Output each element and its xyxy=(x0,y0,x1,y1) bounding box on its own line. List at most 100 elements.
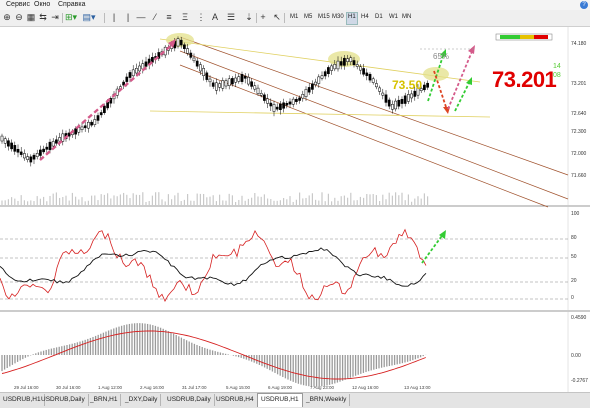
crosshair-icon[interactable]: + xyxy=(258,12,268,23)
candle xyxy=(93,119,97,125)
macd-axis-label: 0.4590 xyxy=(571,315,587,321)
trendline-icon[interactable]: ⁄ xyxy=(150,12,160,23)
candle xyxy=(323,71,327,77)
cursor-icon[interactable]: ↖ xyxy=(272,12,282,23)
tab-usdrub-daily-2[interactable]: USDRUB,Daily xyxy=(164,394,215,406)
candle xyxy=(122,81,125,86)
zoom-in-icon[interactable]: ⊕ xyxy=(2,12,12,23)
tab-brn-h1[interactable]: _BRN,H1 xyxy=(87,394,122,406)
candle xyxy=(103,105,106,113)
timeframe-mn-button[interactable]: MN xyxy=(401,12,412,23)
oscillator-series xyxy=(0,228,427,303)
candle xyxy=(307,87,311,93)
candle xyxy=(61,133,65,142)
candle xyxy=(266,98,269,104)
candle xyxy=(80,126,84,130)
timeframe-m1-button[interactable]: M1 xyxy=(289,12,299,23)
time-axis-label: 30 Jul 16:00 xyxy=(56,385,81,390)
indicators-icon[interactable]: ⊞▾ xyxy=(64,12,78,23)
grid-icon[interactable]: ▦ xyxy=(26,12,36,23)
price-axis-label: 72.000 xyxy=(571,151,587,157)
candle xyxy=(186,48,189,54)
candle xyxy=(58,137,61,142)
time-axis-label: 12 Aug 16:00 xyxy=(352,385,379,390)
support-line[interactable] xyxy=(149,110,491,118)
percent-label: 65% xyxy=(433,52,450,61)
candle xyxy=(327,67,330,75)
signal-bar xyxy=(534,35,548,39)
highlight-ellipse[interactable] xyxy=(423,67,449,81)
candle xyxy=(285,102,289,106)
candle xyxy=(352,60,356,66)
candle xyxy=(215,82,218,91)
toolbar: ⊕ ⊖ ▦ ⇆ ⇥ ⊞▾ ▤▾ | | — ⁄ ≡ Ξ ⋮ A ☰ ⇣ + ↖ … xyxy=(0,10,590,27)
candle xyxy=(195,60,199,67)
forecast-arrow-head[interactable] xyxy=(468,45,475,54)
oscillator-axis-label: 0 xyxy=(571,295,574,301)
autoscroll-icon[interactable]: ⇆ xyxy=(38,12,48,23)
candle xyxy=(205,72,209,80)
candle xyxy=(282,102,285,109)
vertical-line-icon[interactable]: | xyxy=(124,12,132,23)
timeframe-m15-button[interactable]: M15 xyxy=(317,12,331,23)
timeframe-d1-button[interactable]: D1 xyxy=(374,12,384,23)
toolbar-separator xyxy=(104,13,105,23)
candle xyxy=(7,140,10,147)
chart-shift-icon[interactable]: ⇥ xyxy=(50,12,60,23)
timeframe-h1-button[interactable]: H1 xyxy=(346,12,358,25)
candle xyxy=(349,57,353,63)
candle xyxy=(106,101,109,109)
chart-window[interactable]: 74.180 73.201 72.640 72.300 72.000 71.660 100… xyxy=(0,27,590,392)
time-axis-label: 13 Aug 13:00 xyxy=(404,385,431,390)
text-icon[interactable]: A xyxy=(210,12,220,23)
tab-brn-weekly[interactable]: _BRN,Weekly xyxy=(303,394,351,406)
candle xyxy=(298,97,301,101)
candle xyxy=(224,80,228,87)
timeframe-w1-button[interactable]: W1 xyxy=(388,12,399,23)
candle xyxy=(275,106,279,110)
gann-icon[interactable]: ⋮ xyxy=(196,12,206,23)
tab-usdrub-h1-active[interactable]: USDRUB,H1 xyxy=(257,393,303,407)
fibonacci-icon[interactable]: Ξ xyxy=(180,12,190,23)
candle xyxy=(237,76,241,82)
zoom-out-icon[interactable]: ⊖ xyxy=(14,12,24,23)
candle xyxy=(179,39,183,46)
channel-icon[interactable]: ≡ xyxy=(164,12,174,23)
timeframe-h4-button[interactable]: H4 xyxy=(360,12,370,23)
toolbar-separator xyxy=(284,13,285,23)
timeframe-m5-button[interactable]: M5 xyxy=(303,12,313,23)
tab-dxy-daily[interactable]: _DXY,Daily xyxy=(122,394,162,406)
candle xyxy=(410,93,413,99)
menu-service[interactable]: Сервис xyxy=(6,0,30,10)
cursor-line-icon[interactable]: | xyxy=(110,12,118,23)
horizontal-line-icon[interactable]: — xyxy=(136,12,146,23)
candle xyxy=(400,99,404,104)
candle xyxy=(279,103,282,110)
menu-help[interactable]: Справка xyxy=(58,0,85,10)
candle xyxy=(74,128,77,135)
candle xyxy=(339,61,343,66)
oscillator-axis-label: 80 xyxy=(571,235,577,241)
price-axis-label: 71.660 xyxy=(571,173,587,179)
candle xyxy=(256,87,260,94)
current-price: 73.201 xyxy=(492,67,557,92)
tab-usdrub-h4[interactable]: USDRUB,H4 xyxy=(213,394,258,406)
candle xyxy=(333,64,337,70)
candle xyxy=(16,149,20,153)
timeframe-m30-button[interactable]: M30 xyxy=(331,12,345,23)
macd-signal-line xyxy=(1,330,426,380)
templates-icon[interactable]: ▤▾ xyxy=(82,12,96,23)
channel-line-upper[interactable] xyxy=(179,36,569,176)
rally-arrow[interactable] xyxy=(39,42,175,161)
forecast-arrow-head[interactable] xyxy=(466,77,472,85)
candle xyxy=(384,94,388,103)
label-icon[interactable]: ☰ xyxy=(226,12,236,23)
macd-series xyxy=(1,323,427,387)
menu-window[interactable]: Окно xyxy=(34,0,50,10)
candle xyxy=(208,78,212,83)
tab-usdrub-daily[interactable]: USDRUB,Daily xyxy=(38,394,89,406)
price-axis-label: 73.201 xyxy=(571,81,587,87)
arrow-icon[interactable]: ⇣ xyxy=(244,12,254,23)
osc-forecast-arrow[interactable] xyxy=(421,232,445,264)
help-icon[interactable]: ? xyxy=(580,1,588,9)
